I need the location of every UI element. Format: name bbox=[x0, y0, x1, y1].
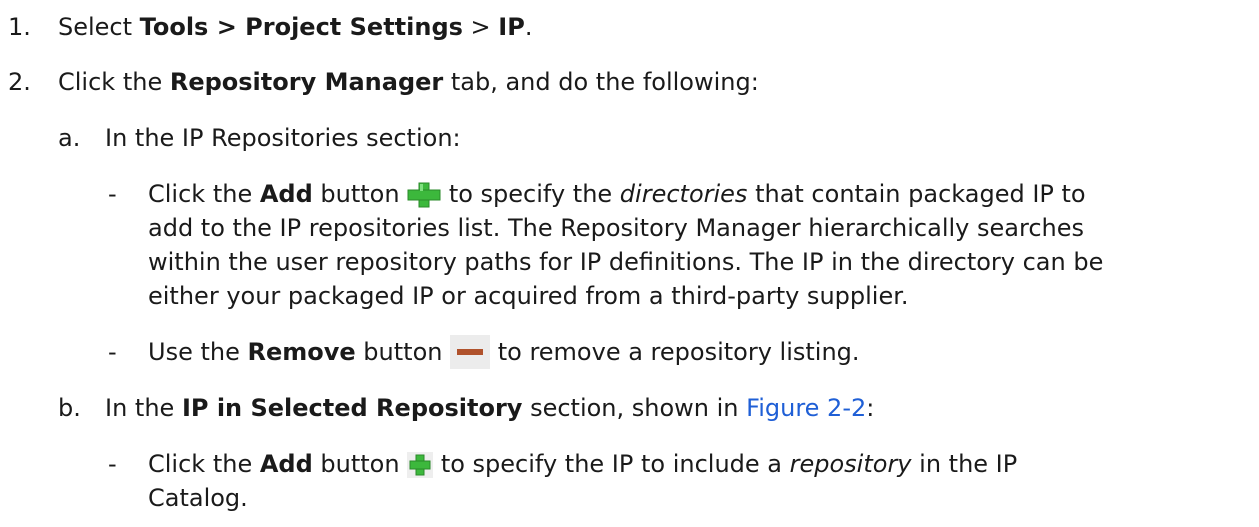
step-b-text: In the IP in Selected Repository section… bbox=[105, 391, 874, 425]
add-bullet-prefix: Click the bbox=[148, 180, 260, 208]
add-ip-bullet-line-2: Catalog. bbox=[148, 484, 248, 512]
add-ip-button-label: Add bbox=[259, 450, 313, 478]
menu-path-tools-project-settings: Tools > Project Settings bbox=[139, 13, 463, 41]
add-ip-bullet-prefix: Click the bbox=[148, 450, 260, 478]
add-bullet-button-word: button bbox=[312, 180, 408, 208]
add-bullet-line-1: Click the Add button to specify the dire… bbox=[148, 177, 1086, 211]
remove-bullet-dash: - bbox=[108, 338, 117, 366]
remove-bullet-prefix: Use the bbox=[148, 338, 248, 366]
step-1-prefix: Select bbox=[58, 13, 140, 41]
add-bullet-specify: to specify the bbox=[441, 180, 620, 208]
step-1-number: 1. bbox=[8, 13, 31, 41]
menu-item-ip: IP bbox=[498, 13, 525, 41]
repository-term: repository bbox=[789, 450, 912, 478]
add-bullet-line-4: either your packaged IP or acquired from… bbox=[148, 282, 909, 310]
add-ip-bullet-middle: to specify the IP to include a bbox=[433, 450, 790, 478]
add-ip-plus-icon bbox=[407, 452, 434, 478]
step-a-letter: a. bbox=[58, 124, 81, 152]
step-1-period: . bbox=[524, 13, 533, 41]
step-b-prefix: In the bbox=[105, 394, 182, 422]
add-bullet-line-3: within the user repository paths for IP … bbox=[148, 248, 1104, 276]
remove-minus-icon bbox=[450, 335, 491, 369]
step-1-separator: > bbox=[462, 13, 499, 41]
add-button-label: Add bbox=[259, 180, 313, 208]
step-a-text: In the IP Repositories section: bbox=[105, 124, 461, 152]
step-2-prefix: Click the bbox=[58, 68, 170, 96]
step-1-text: Select Tools > Project Settings > IP. bbox=[58, 10, 532, 44]
step-2-suffix: tab, and do the following: bbox=[443, 68, 759, 96]
add-ip-bullet-line-1-end: in the IP bbox=[911, 450, 1018, 478]
add-ip-bullet-dash: - bbox=[108, 450, 117, 478]
step-2-text: Click the Repository Manager tab, and do… bbox=[58, 65, 759, 99]
figure-2-2-link[interactable]: Figure 2-2 bbox=[746, 394, 866, 422]
add-ip-bullet-line-1: Click the Add button to specify the IP t… bbox=[148, 447, 1017, 481]
add-bullet-dash: - bbox=[108, 180, 117, 208]
step-b-letter: b. bbox=[58, 394, 81, 422]
add-ip-bullet-button-word: button bbox=[312, 450, 408, 478]
directories-term: directories bbox=[619, 180, 748, 208]
step-2-number: 2. bbox=[8, 68, 31, 96]
add-green-plus-icon bbox=[407, 182, 441, 208]
step-b-middle: section, shown in bbox=[522, 394, 747, 422]
remove-bullet-button-word: button bbox=[355, 338, 451, 366]
remove-bullet-text: Use the Remove button to remove a reposi… bbox=[148, 335, 860, 369]
add-bullet-line-2: add to the IP repositories list. The Rep… bbox=[148, 214, 1084, 242]
remove-bullet-suffix: to remove a repository listing. bbox=[490, 338, 860, 366]
ip-in-selected-repository-label: IP in Selected Repository bbox=[181, 394, 523, 422]
repository-manager-tab-label: Repository Manager bbox=[169, 68, 444, 96]
step-b-colon: : bbox=[866, 394, 875, 422]
remove-button-label: Remove bbox=[247, 338, 356, 366]
add-bullet-line-1-end: that contain packaged IP to bbox=[747, 180, 1086, 208]
